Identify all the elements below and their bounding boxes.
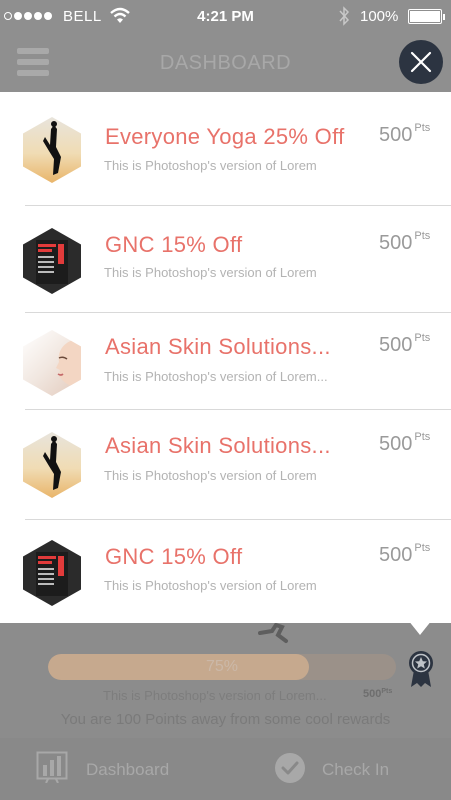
- gnc-image: [23, 540, 81, 606]
- nav-dashboard[interactable]: Dashboard: [36, 738, 186, 800]
- reward-name: Asian Skin Solutions...: [105, 334, 331, 359]
- reward-item[interactable]: GNC 15% Off This is Photoshop's version …: [0, 206, 451, 313]
- bar-chart-icon: [36, 751, 68, 783]
- app-header: DASHBOARD: [0, 34, 451, 92]
- close-icon: [410, 51, 432, 73]
- progress-points: 500Pts: [363, 688, 393, 700]
- reward-points: 500 Pts: [379, 332, 431, 356]
- nav-check-in-label: Check In: [322, 760, 390, 779]
- reward-item[interactable]: Everyone Yoga 25% Off This is Photoshop'…: [0, 92, 451, 206]
- yoga-image: [23, 432, 81, 498]
- reward-description: This is Photoshop's version of Lorem: [104, 468, 317, 483]
- reward-name: GNC 15% Off: [105, 544, 243, 569]
- bluetooth-icon: [339, 6, 350, 26]
- checkmark-circle-icon: [275, 753, 305, 783]
- popup-pointer: [408, 620, 432, 635]
- rewards-progress-section: 75% This is Photoshop's version of Lorem…: [0, 623, 451, 738]
- gnc-image: [23, 228, 81, 294]
- page-title: DASHBOARD: [159, 52, 292, 74]
- rewards-popup: Everyone Yoga 25% Off This is Photoshop'…: [0, 92, 451, 623]
- battery-percent: 100%: [360, 8, 399, 25]
- reward-description: This is Photoshop's version of Lorem: [104, 578, 317, 593]
- reward-description: This is Photoshop's version of Lorem: [104, 158, 317, 173]
- reward-name: Everyone Yoga 25% Off: [105, 124, 345, 149]
- battery-icon: [408, 9, 445, 24]
- progress-percent: 75%: [205, 658, 239, 675]
- yoga-image: [23, 117, 81, 183]
- reward-description: This is Photoshop's version of Lorem...: [104, 369, 328, 384]
- reward-item[interactable]: GNC 15% Off This is Photoshop's version …: [0, 520, 451, 623]
- nav-dashboard-label: Dashboard: [86, 760, 170, 779]
- reward-points: 500 Pts: [379, 230, 431, 254]
- skin-image: [23, 330, 81, 396]
- reward-item[interactable]: Asian Skin Solutions... This is Photosho…: [0, 313, 451, 410]
- reward-item[interactable]: Asian Skin Solutions... This is Photosho…: [0, 410, 451, 520]
- reward-points: 500 Pts: [379, 122, 431, 146]
- close-popup-button[interactable]: [399, 40, 443, 84]
- points-progress-bar: 75%: [48, 654, 396, 680]
- points-away-message: You are 100 Points away from some cool r…: [60, 711, 391, 728]
- reward-points: 500 Pts: [379, 542, 431, 566]
- runner-icon: [258, 623, 288, 643]
- reward-name: GNC 15% Off: [105, 232, 243, 257]
- reward-name: Asian Skin Solutions...: [105, 433, 331, 458]
- reward-points: 500 Pts: [379, 431, 431, 455]
- award-badge-icon[interactable]: [407, 650, 435, 688]
- bottom-nav: Dashboard Check In: [0, 738, 451, 800]
- status-bar: BELL 4:21 PM 100%: [0, 0, 451, 34]
- reward-description: This is Photoshop's version of Lorem: [104, 265, 317, 280]
- nav-check-in[interactable]: Check In: [274, 738, 414, 800]
- progress-description: This is Photoshop's version of Lorem...: [103, 688, 327, 703]
